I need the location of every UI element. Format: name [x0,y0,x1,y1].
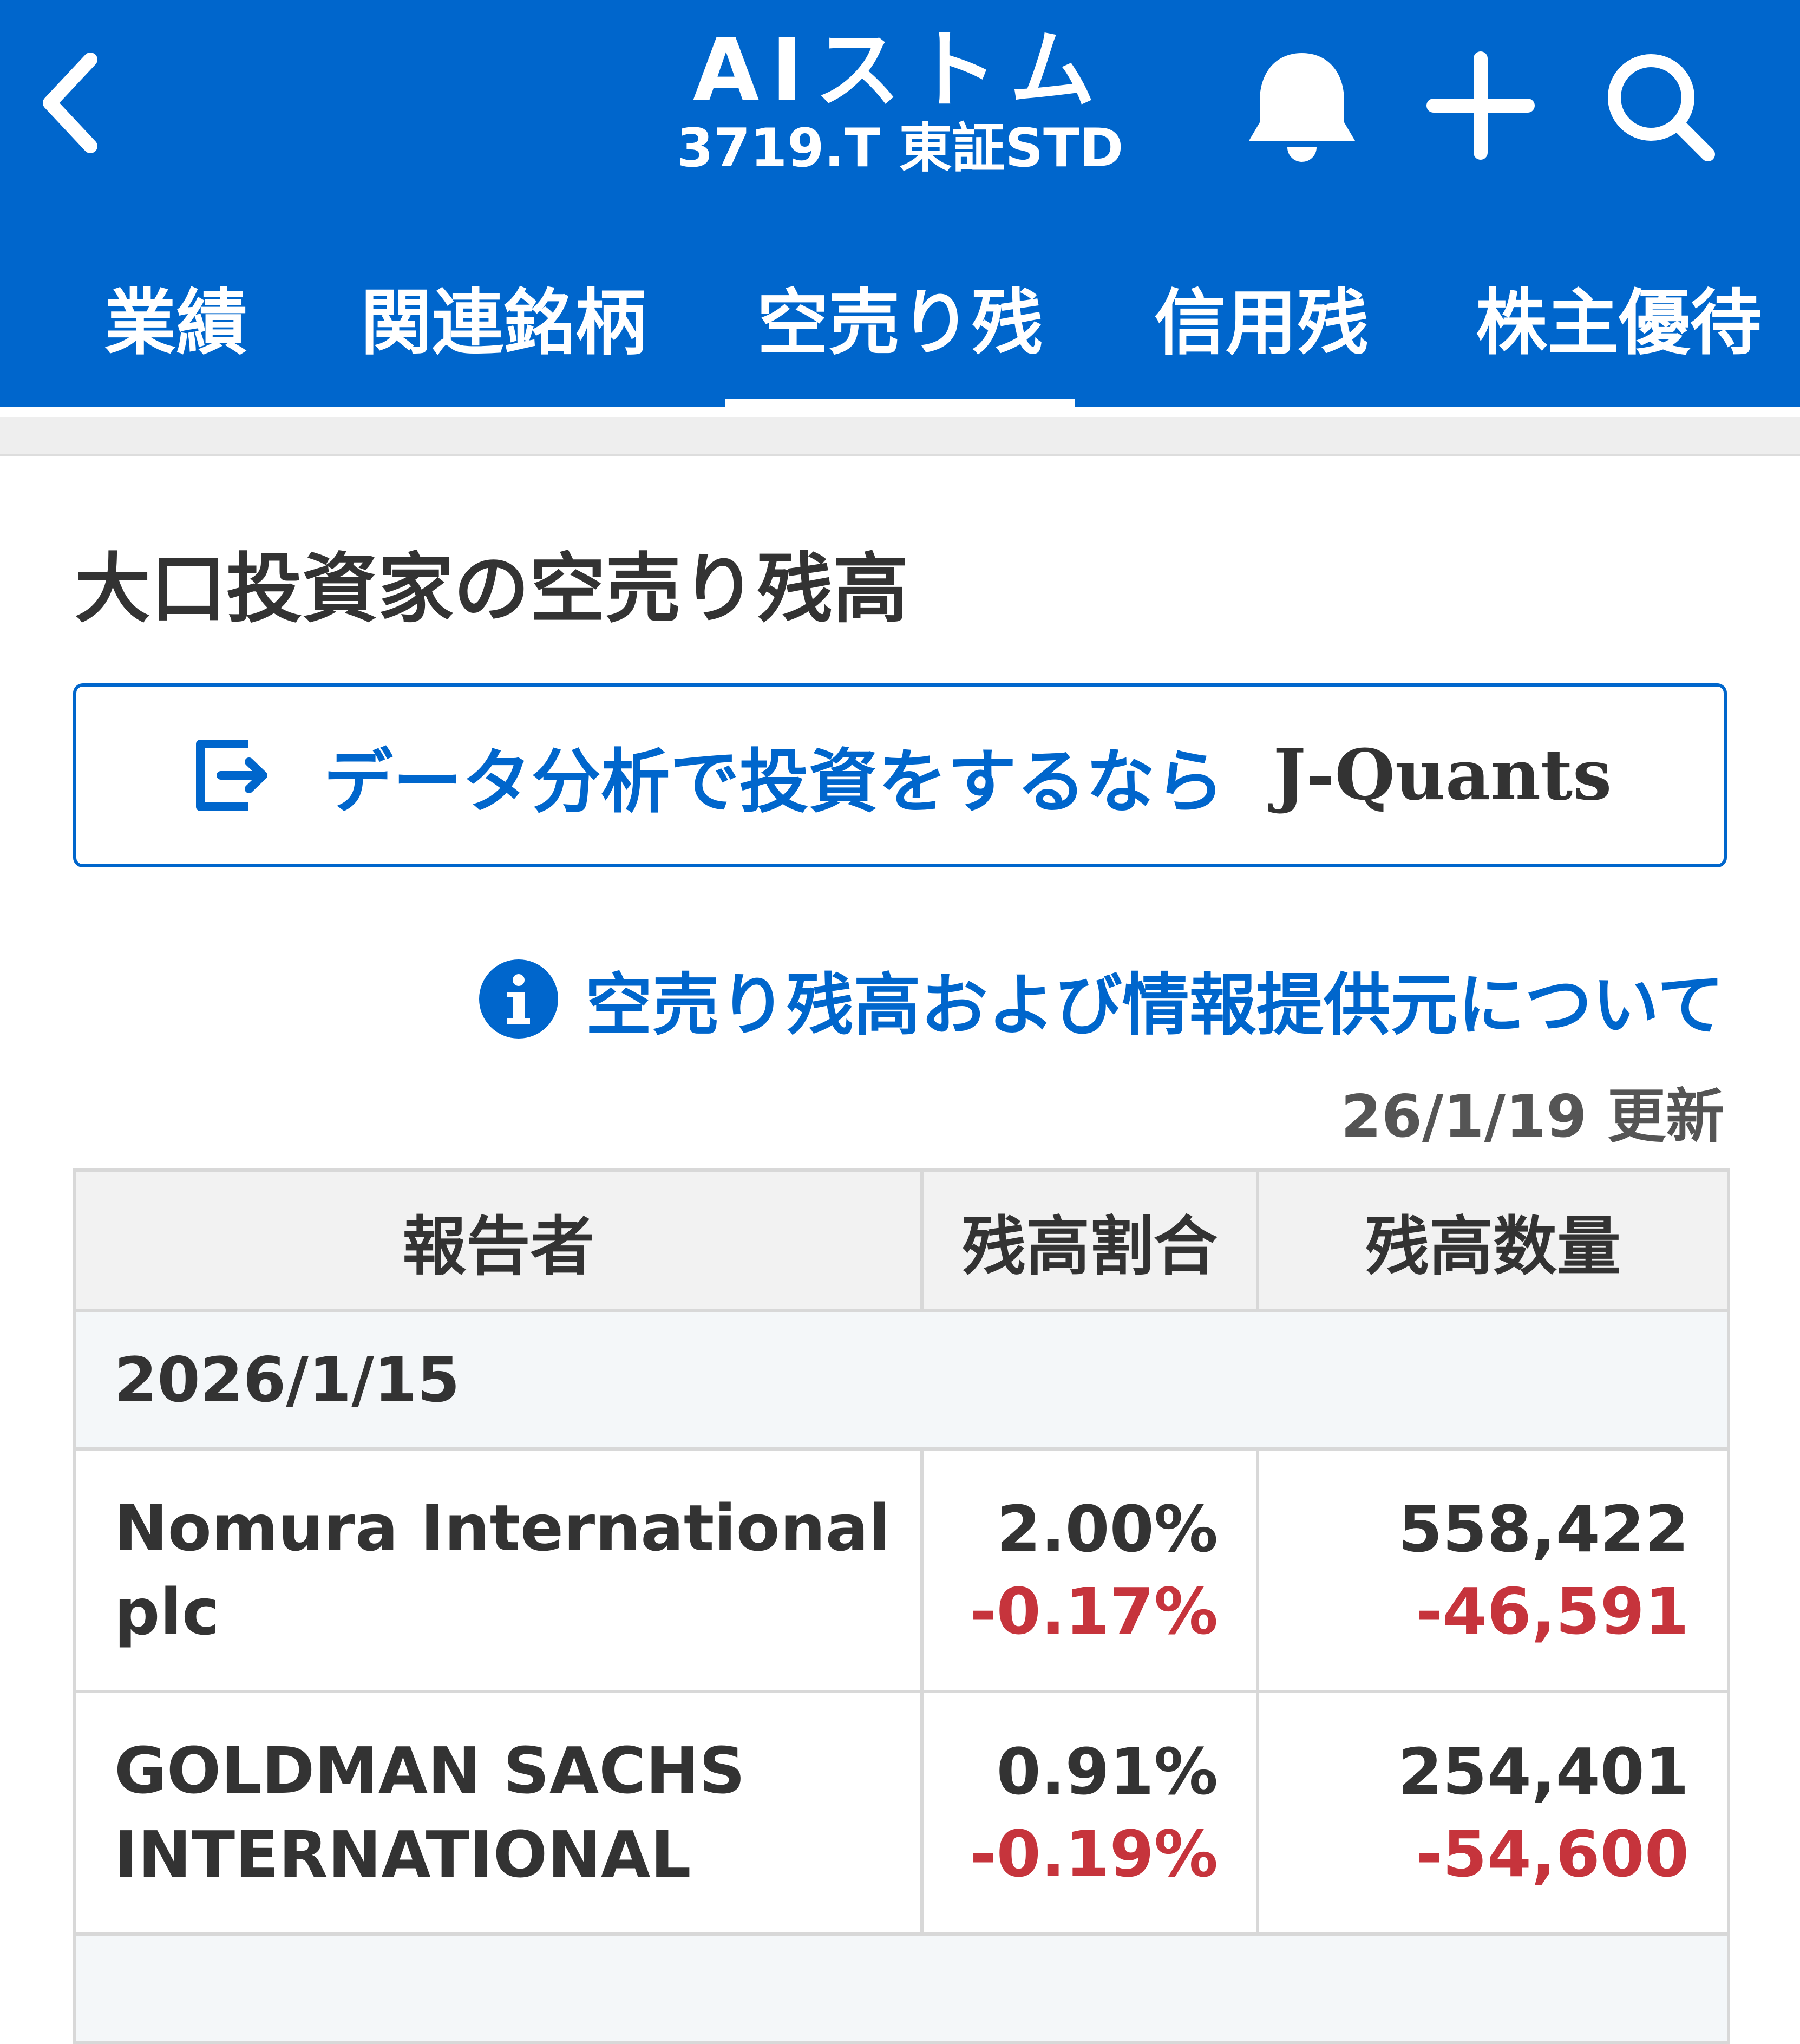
search-icon [1608,54,1715,161]
reporter-name-line: plc [114,1575,220,1649]
reporter-name-line: INTERNATIONAL [114,1817,691,1892]
header-balance-quantity: 残高数量 [1256,1168,1730,1312]
reporter-name: GOLDMAN SACHS INTERNATIONAL [73,1690,924,1936]
balance-ratio-change: -0.19% [970,1817,1218,1891]
tab-label: 信用残 [1154,282,1369,365]
reporter-name: Nomura International plc [73,1447,924,1693]
balance-quantity-cell: 558,422 -46,591 [1256,1447,1730,1693]
balance-quantity: 558,422 [1398,1492,1689,1566]
report-date: 2026/1/15 [73,1309,1730,1451]
partial-row-cell [73,1932,1730,2044]
tab-short-selling[interactable]: 空売り残 [725,254,1075,407]
balance-ratio-cell: 0.91% -0.19% [920,1690,1259,1936]
header-balance-ratio: 残高割合 [920,1168,1259,1312]
chevron-left-icon [43,53,97,153]
back-button[interactable] [34,46,109,160]
balance-quantity-change: -46,591 [1416,1574,1689,1649]
tab-related-stocks[interactable]: 関連銘柄 [352,254,655,407]
balance-ratio: 2.00% [996,1492,1218,1566]
bell-icon [1249,53,1355,162]
balance-ratio-cell: 2.00% -0.17% [920,1447,1259,1693]
search-button[interactable] [1597,43,1722,168]
section-title: 大口投資家の空売り残高 [75,545,909,634]
info-icon [479,959,558,1039]
header-reporter: 報告者 [73,1168,924,1312]
jquants-banner-button[interactable]: データ分析で投資をするなら J-Quants [73,683,1727,867]
jquants-logo: J-Quants [1273,735,1612,816]
table-row[interactable]: GOLDMAN SACHS INTERNATIONAL 0.91% -0.19%… [73,1690,1730,1936]
tab-label: 空売り残 [757,282,1043,365]
add-button[interactable] [1418,43,1543,168]
reporter-name-line: GOLDMAN SACHS [114,1733,745,1808]
table-row[interactable]: Nomura International plc 2.00% -0.17% 55… [73,1447,1730,1693]
short-selling-table: 報告者 残高割合 残高数量 2026/1/15 Nomura Internati… [73,1168,1730,2044]
divider [0,407,1800,456]
balance-quantity-change: -54,600 [1416,1817,1689,1891]
short-selling-info-link[interactable]: 空売り残高および情報提供元について [479,950,1724,1048]
date-group-row: 2026/1/15 [73,1309,1730,1451]
info-link-text: 空売り残高および情報提供元について [585,967,1724,1044]
tab-margin-balance[interactable]: 信用残 [1142,254,1380,407]
plus-icon [1426,51,1535,160]
tab-label: 株主優待 [1476,282,1762,365]
reporter-name-line: Nomura International [114,1491,891,1565]
notification-button[interactable] [1240,43,1364,168]
tab-label: 関連銘柄 [361,282,646,365]
tab-shareholder-benefits[interactable]: 株主優待 [1467,254,1770,407]
stock-code-market: 3719.T 東証STD [676,117,1124,179]
balance-quantity: 254,401 [1398,1734,1689,1809]
title-block: AIストム 3719.T 東証STD [541,24,1259,178]
balance-ratio: 0.91% [996,1734,1218,1809]
stock-name: AIストム [692,21,1108,120]
table-header-row: 報告者 残高割合 残高数量 [73,1168,1730,1312]
tab-earnings[interactable]: 業績 [81,254,271,407]
balance-ratio-change: -0.17% [970,1574,1218,1649]
jquants-banner-text: データ分析で投資をするなら [323,741,1225,822]
tab-label: 業績 [104,282,247,365]
app-header: AIストム 3719.T 東証STD 業績 関連銘柄 空売り残 信用残 株主優待 [0,0,1800,407]
updated-date: 26/1/19 更新 [1340,1083,1724,1151]
external-link-icon [195,740,267,811]
active-tab-indicator [725,399,1075,407]
tab-bar: 業績 関連銘柄 空売り残 信用残 株主優待 [0,254,1800,407]
balance-quantity-cell: 254,401 -54,600 [1256,1690,1730,1936]
table-row-partial [73,1932,1730,2044]
